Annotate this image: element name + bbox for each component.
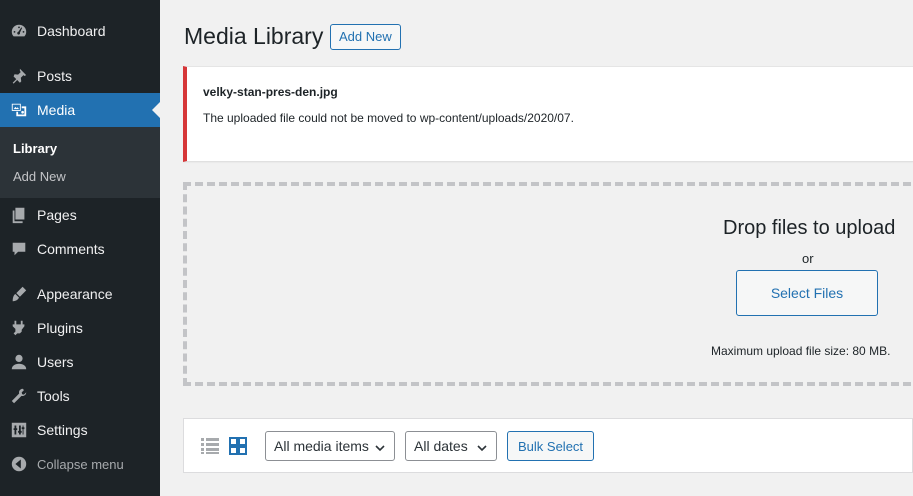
sidebar-item-label: Posts [37,68,73,84]
collapse-menu-label: Collapse menu [37,456,124,472]
dashboard-icon [9,21,29,41]
sidebar-item-appearance[interactable]: Appearance [0,277,160,311]
media-type-filter[interactable]: All media items [265,431,395,461]
settings-icon [9,420,29,440]
dropzone-or: or [802,251,814,266]
sidebar-item-label: Tools [37,388,70,404]
submenu-item-library[interactable]: Library [13,141,57,156]
sidebar-item-label: Users [37,354,74,370]
notice-filename: velky-stan-pres-den.jpg [203,85,338,99]
comment-icon [9,239,29,259]
sidebar-item-users[interactable]: Users [0,345,160,379]
submenu-item-add-new[interactable]: Add New [13,169,66,184]
sidebar-item-label: Dashboard [37,23,106,39]
plugin-icon [9,318,29,338]
pin-icon [9,66,29,86]
sidebar-item-label: Media [37,102,76,118]
admin-sidebar: Dashboard Posts Media Library Add New Pa… [0,0,160,496]
sidebar-item-posts[interactable]: Posts [0,59,160,93]
brush-icon [9,284,29,304]
notice-message: The uploaded file could not be moved to … [203,111,574,125]
collapse-menu-button[interactable]: Collapse menu [0,447,160,481]
add-new-button[interactable]: Add New [330,24,401,50]
dropzone-title: Drop files to upload [723,217,896,239]
sidebar-item-label: Appearance [37,286,113,302]
date-filter[interactable]: All dates [405,431,497,461]
page-title: Media Library [184,23,324,49]
upload-dropzone[interactable]: Drop files to upload or Select Files Max… [183,182,913,386]
media-toolbar: All media items All dates Bulk Select [183,418,913,473]
wrench-icon [9,386,29,406]
pages-icon [9,205,29,225]
collapse-arrow-icon [9,454,29,474]
sidebar-item-plugins[interactable]: Plugins [0,311,160,345]
bulk-select-button[interactable]: Bulk Select [507,431,595,461]
chevron-down-icon [476,441,488,453]
list-view-icon[interactable] [200,436,220,456]
sidebar-item-label: Settings [37,422,88,438]
sidebar-item-comments[interactable]: Comments [0,232,160,266]
sidebar-item-label: Plugins [37,320,83,336]
max-upload-size: Maximum upload file size: 80 MB. [711,344,891,358]
sidebar-item-dashboard[interactable]: Dashboard [0,14,160,48]
media-icon [9,100,29,120]
user-icon [9,352,29,372]
sidebar-item-pages[interactable]: Pages [0,198,160,232]
media-type-filter-value: All media items [274,438,369,454]
sidebar-item-label: Pages [37,207,77,223]
chevron-down-icon [374,441,386,453]
sidebar-item-media[interactable]: Media [0,93,160,127]
media-submenu: Library Add New [0,127,160,198]
select-files-button[interactable]: Select Files [736,270,878,316]
sidebar-item-settings[interactable]: Settings [0,413,160,447]
sidebar-item-label: Comments [37,241,105,257]
sidebar-item-tools[interactable]: Tools [0,379,160,413]
date-filter-value: All dates [414,438,468,454]
upload-error-notice: velky-stan-pres-den.jpg The uploaded fil… [183,66,913,162]
grid-view-icon[interactable] [228,436,248,456]
